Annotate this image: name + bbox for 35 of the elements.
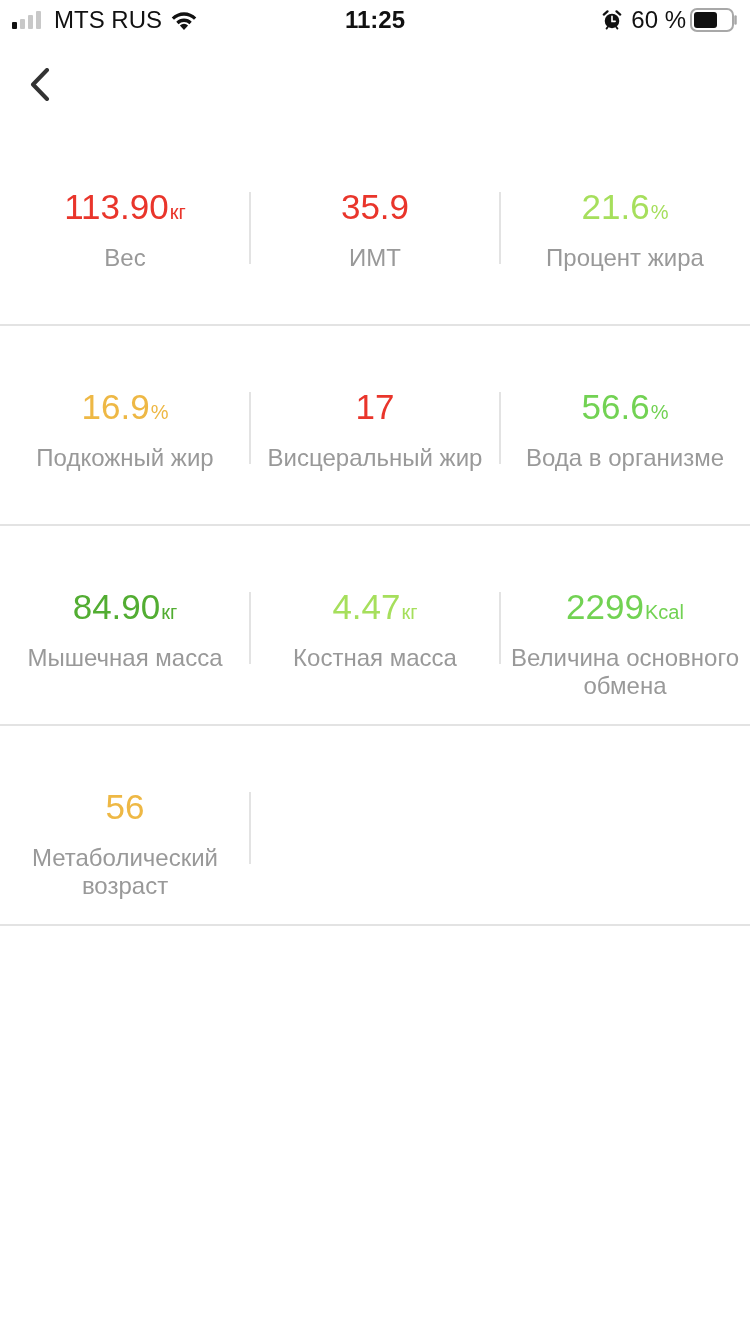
alarm-clock-icon	[602, 10, 623, 30]
metric-unit: кг	[161, 601, 178, 624]
metric-unit: %	[650, 401, 669, 424]
carrier-name: MTS RUS	[54, 6, 162, 34]
metric-label: ИМТ	[348, 244, 402, 272]
metric-label: Висцеральный жир	[266, 444, 484, 472]
metric-value: 4.47	[332, 586, 401, 628]
metric-value: 56	[105, 786, 145, 828]
metric-unit: кг	[401, 601, 418, 624]
metric-value: 17	[355, 386, 395, 428]
wifi-icon	[170, 10, 198, 30]
status-time: 11:25	[344, 6, 406, 34]
metric-label: Мышечная масса	[26, 644, 224, 672]
metric-unit: Kcal	[645, 601, 684, 624]
metric-value: 35.9	[340, 186, 410, 228]
metric-label: Вода в организме	[524, 444, 725, 472]
metric-unit: кг	[169, 201, 186, 224]
metric-value: 16.9	[81, 386, 150, 428]
metric-label: Подкожный жир	[35, 444, 215, 472]
metric-value: 56.6	[581, 386, 650, 428]
metric-value: 113.90	[64, 186, 169, 228]
metric-unit: %	[650, 201, 669, 224]
metric-label: Метаболический возраст	[31, 844, 219, 900]
back-icon	[30, 68, 50, 101]
metric-value: 21.6	[581, 186, 650, 228]
metric-label: Вес	[103, 244, 147, 272]
metric-value: 84.90	[72, 586, 161, 628]
metric-unit: %	[150, 401, 169, 424]
metric-label: Процент жира	[545, 244, 705, 272]
metric-label: Величина основного обмена	[510, 644, 740, 700]
battery-percent: 60 %	[631, 6, 686, 34]
signal-icon	[12, 11, 42, 29]
metric-label: Костная масса	[292, 644, 458, 672]
battery-icon	[690, 8, 738, 32]
metric-value: 2299	[566, 586, 644, 628]
